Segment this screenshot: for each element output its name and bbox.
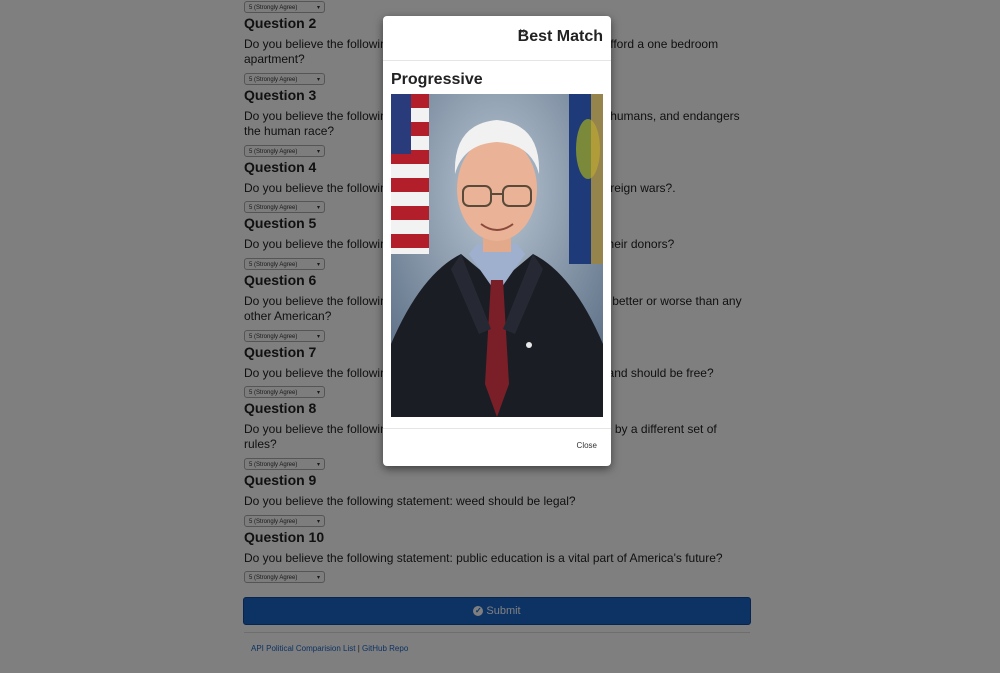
match-label: Progressive [391,71,483,88]
best-match-modal: × Best Match Progressive Close [383,16,611,466]
close-button[interactable]: Close [577,441,597,450]
modal-footer-divider [383,428,611,429]
modal-title: Best Match [517,28,603,45]
candidate-photo [391,94,603,417]
modal-header: × Best Match [383,16,611,61]
